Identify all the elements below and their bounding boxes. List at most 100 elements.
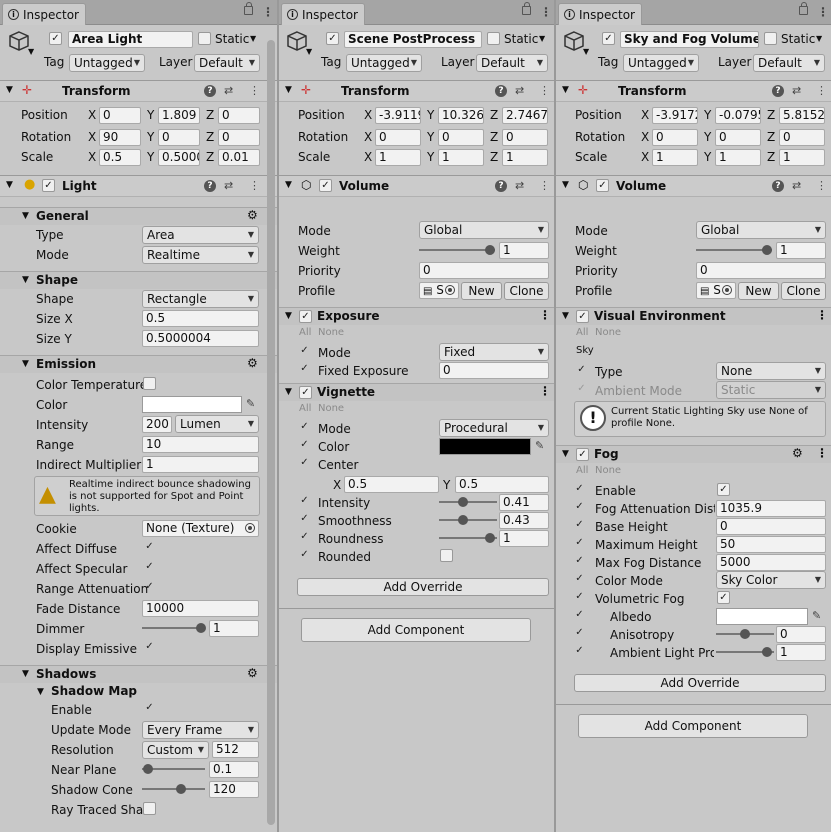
- center-y-field[interactable]: 0.5: [455, 476, 549, 493]
- anisotropy-slider[interactable]: [716, 628, 774, 640]
- add-component-button[interactable]: Add Component: [578, 714, 808, 738]
- override-checkbox[interactable]: ✓: [298, 345, 311, 358]
- static-dropdown-icon[interactable]: ▼: [816, 34, 822, 43]
- volumetric-checkbox[interactable]: ✓: [717, 591, 730, 604]
- object-picker-icon[interactable]: [722, 285, 732, 295]
- component-menu-icon[interactable]: ⋮: [539, 84, 550, 97]
- sizex-field[interactable]: 0.5: [142, 310, 259, 327]
- ambient-probe-field[interactable]: 1: [776, 644, 826, 661]
- scale-x-field[interactable]: 0.5: [99, 149, 141, 166]
- foldout-arrow-icon[interactable]: ▼: [6, 180, 13, 190]
- slider-knob[interactable]: [762, 245, 772, 255]
- weight-field[interactable]: 1: [776, 242, 826, 259]
- rot-y-field[interactable]: 0: [438, 129, 484, 146]
- range-field[interactable]: 10: [142, 436, 259, 453]
- exposure-section[interactable]: ▼ ✓ Exposure ⋮: [279, 307, 554, 325]
- foldout-arrow-icon[interactable]: ▼: [285, 387, 292, 397]
- tag-dropdown[interactable]: Untagged: [346, 54, 422, 72]
- settings-gear-icon[interactable]: ⚙: [247, 356, 258, 370]
- enable-checkbox[interactable]: ✓: [143, 702, 156, 715]
- static-checkbox[interactable]: [198, 32, 211, 45]
- layer-dropdown[interactable]: Default: [194, 54, 260, 72]
- fade-field[interactable]: 10000: [142, 600, 259, 617]
- foldout-arrow-icon[interactable]: ▼: [22, 359, 29, 369]
- mode-dropdown[interactable]: Global: [419, 221, 549, 239]
- foldout-arrow-icon[interactable]: ▼: [6, 85, 13, 95]
- scale-z-field[interactable]: 0.01: [218, 149, 260, 166]
- smoothness-field[interactable]: 0.43: [499, 512, 549, 529]
- override-checkbox[interactable]: ✓: [298, 549, 311, 562]
- active-checkbox[interactable]: ✓: [326, 32, 339, 45]
- cube-dropdown-icon[interactable]: ▼: [583, 47, 589, 56]
- visual-env-enabled-checkbox[interactable]: ✓: [576, 310, 589, 323]
- inspector-tab[interactable]: i Inspector: [2, 3, 86, 25]
- override-checkbox[interactable]: ✓: [298, 531, 311, 544]
- help-icon[interactable]: ?: [495, 180, 507, 192]
- light-enabled-checkbox[interactable]: ✓: [42, 179, 55, 192]
- volume-header[interactable]: ▼ ⬡ ✓ Volume ? ⇄ ⋮: [556, 175, 831, 197]
- component-menu-icon[interactable]: ⋮: [816, 84, 827, 97]
- new-profile-button[interactable]: New: [461, 282, 502, 300]
- color-swatch[interactable]: [142, 396, 242, 413]
- slider-knob[interactable]: [485, 245, 495, 255]
- fog-atten-field[interactable]: 1035.9: [716, 500, 826, 517]
- weight-slider[interactable]: [696, 244, 772, 256]
- none-toggle[interactable]: None: [318, 327, 344, 338]
- kebab-menu-icon[interactable]: ⋮: [262, 6, 274, 18]
- volume-header[interactable]: ▼ ⬡ ✓ Volume ? ⇄ ⋮: [279, 175, 554, 197]
- ambient-probe-slider[interactable]: [716, 646, 774, 658]
- max-fog-dist-field[interactable]: 5000: [716, 554, 826, 571]
- vig-mode-dropdown[interactable]: Procedural: [439, 419, 549, 437]
- enable-checkbox[interactable]: ✓: [717, 483, 730, 496]
- ray-traced-checkbox[interactable]: [143, 802, 156, 815]
- override-checkbox[interactable]: ✓: [573, 555, 586, 568]
- indirect-field[interactable]: 1: [142, 456, 259, 473]
- pos-z-field[interactable]: 0: [218, 107, 260, 124]
- rot-x-field[interactable]: 0: [375, 129, 421, 146]
- help-icon[interactable]: ?: [772, 85, 784, 97]
- component-menu-icon[interactable]: ⋮: [816, 179, 827, 192]
- fixed-exp-field[interactable]: 0: [439, 362, 549, 379]
- slider-knob[interactable]: [196, 623, 206, 633]
- foldout-arrow-icon[interactable]: ▼: [562, 311, 569, 321]
- rounded-checkbox[interactable]: [440, 549, 453, 562]
- slider-knob[interactable]: [762, 647, 772, 657]
- slider-knob[interactable]: [458, 497, 468, 507]
- lock-icon[interactable]: [522, 2, 531, 15]
- roundness-slider[interactable]: [439, 532, 497, 544]
- override-checkbox[interactable]: ✓: [298, 363, 311, 376]
- center-x-field[interactable]: 0.5: [344, 476, 439, 493]
- help-icon[interactable]: ?: [772, 180, 784, 192]
- base-height-field[interactable]: 0: [716, 518, 826, 535]
- type-dropdown[interactable]: Area: [142, 226, 259, 244]
- object-picker-icon[interactable]: [245, 523, 255, 533]
- mode-dropdown[interactable]: Realtime: [142, 246, 259, 264]
- pos-x-field[interactable]: 0: [99, 107, 141, 124]
- pos-x-field[interactable]: -3.9172: [652, 107, 698, 124]
- help-icon[interactable]: ?: [204, 85, 216, 97]
- color-temp-checkbox[interactable]: [143, 377, 156, 390]
- presets-icon[interactable]: ⇄: [792, 179, 801, 192]
- override-checkbox[interactable]: ✓: [298, 513, 311, 526]
- intensity-field[interactable]: 200: [142, 416, 172, 433]
- active-checkbox[interactable]: ✓: [49, 32, 62, 45]
- rot-y-field[interactable]: 0: [715, 129, 761, 146]
- none-toggle[interactable]: None: [595, 327, 621, 338]
- override-checkbox[interactable]: ✓: [573, 591, 586, 604]
- foldout-arrow-icon[interactable]: ▼: [562, 449, 569, 459]
- display-emissive-checkbox[interactable]: ✓: [143, 641, 156, 654]
- scale-z-field[interactable]: 1: [502, 149, 548, 166]
- volume-enabled-checkbox[interactable]: ✓: [319, 179, 332, 192]
- section-menu-icon[interactable]: ⋮: [816, 308, 828, 322]
- volume-enabled-checkbox[interactable]: ✓: [596, 179, 609, 192]
- near-plane-field[interactable]: 0.1: [209, 761, 259, 778]
- active-checkbox[interactable]: ✓: [602, 32, 615, 45]
- intensity-unit-dropdown[interactable]: Lumen: [175, 415, 259, 433]
- new-profile-button[interactable]: New: [738, 282, 779, 300]
- cube-dropdown-icon[interactable]: ▼: [28, 47, 34, 56]
- help-icon[interactable]: ?: [495, 85, 507, 97]
- affect-specular-checkbox[interactable]: ✓: [143, 561, 156, 574]
- override-checkbox[interactable]: ✓: [575, 383, 588, 396]
- static-checkbox[interactable]: [487, 32, 500, 45]
- foldout-arrow-icon[interactable]: ▼: [22, 211, 29, 221]
